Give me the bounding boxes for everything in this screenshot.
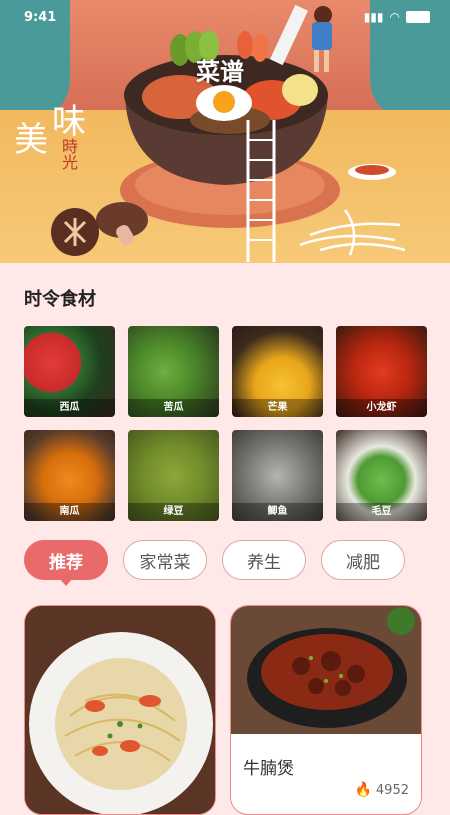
- ingredient-tile-crucian-carp[interactable]: 鲫鱼: [232, 430, 323, 521]
- ingredient-tile-mung-bean[interactable]: 绿豆: [128, 430, 219, 521]
- wifi-icon: ◠: [389, 10, 400, 24]
- hero-title: 菜谱: [196, 57, 244, 86]
- tab-recommend[interactable]: 推荐: [24, 540, 108, 586]
- ingredient-label: 鲫鱼: [232, 503, 323, 521]
- ingredient-label: 西瓜: [24, 399, 115, 417]
- tab-home-cooking[interactable]: 家常菜: [123, 540, 207, 580]
- ingredient-label: 苦瓜: [128, 399, 219, 417]
- tab-health[interactable]: 养生: [222, 540, 306, 580]
- calligraphy-wei: 味: [52, 102, 86, 142]
- calligraphy-shiguang: 時光: [59, 138, 78, 170]
- ingredient-tile-crayfish[interactable]: 小龙虾: [336, 326, 427, 417]
- ingredient-label: 芒果: [232, 399, 323, 417]
- flame-icon: 🔥: [354, 782, 372, 798]
- recipe-name: 牛腩煲: [243, 759, 294, 779]
- ingredient-tile-pumpkin[interactable]: 南瓜: [24, 430, 115, 521]
- ingredient-tile-watermelon[interactable]: 西瓜: [24, 326, 115, 417]
- seasonal-section-title: 时令食材: [24, 289, 96, 310]
- ingredient-label: 南瓜: [24, 503, 115, 521]
- hero-banner[interactable]: 9:41 ▮▮▮ ◠ 菜谱 美 味 時光: [0, 0, 450, 263]
- ingredient-tile-mango[interactable]: 芒果: [232, 326, 323, 417]
- ingredient-tile-edamame[interactable]: 毛豆: [336, 430, 427, 521]
- recipe-photo-beef-brisket: [231, 606, 421, 734]
- ingredient-label: 毛豆: [336, 503, 427, 521]
- recipe-photo-pasta: [25, 606, 215, 814]
- tab-weight-loss[interactable]: 减肥: [321, 540, 405, 580]
- ingredient-label: 小龙虾: [336, 399, 427, 417]
- recipe-card[interactable]: 牛腩煲 🔥 4952: [230, 605, 422, 815]
- ingredient-label: 绿豆: [128, 503, 219, 521]
- category-tabs: 推荐 家常菜 养生 减肥: [24, 540, 405, 586]
- seasonal-ingredient-grid: 西瓜 苦瓜 芒果 小龙虾 南瓜 绿豆 鲫鱼 毛豆: [24, 326, 427, 521]
- recipe-likes: 🔥 4952: [354, 782, 409, 798]
- ingredient-tile-bitter-melon[interactable]: 苦瓜: [128, 326, 219, 417]
- battery-icon: [406, 11, 430, 23]
- status-time: 9:41: [24, 10, 57, 25]
- calligraphy-mei: 美: [14, 120, 48, 160]
- likes-count: 4952: [375, 782, 409, 798]
- signal-icon: ▮▮▮: [363, 10, 384, 24]
- status-icons: ▮▮▮ ◠: [364, 10, 430, 24]
- recipe-card[interactable]: [24, 605, 216, 815]
